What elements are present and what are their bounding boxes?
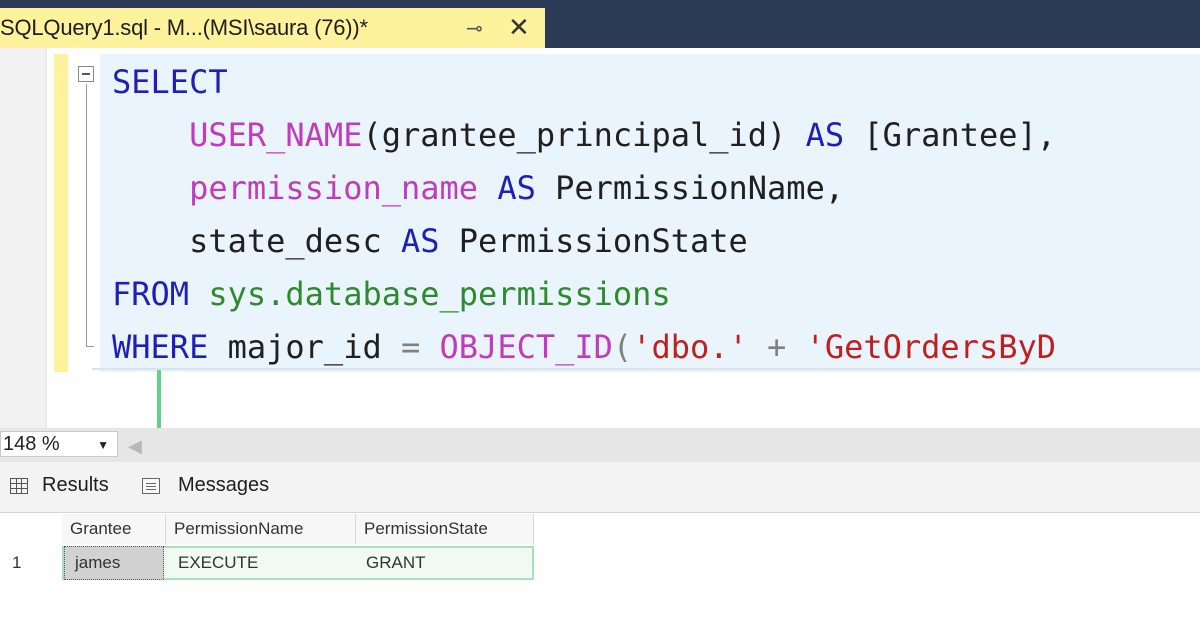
code-token: (grantee_principal_id) <box>362 116 806 154</box>
code-token: 'dbo.' <box>632 328 748 366</box>
editor-status-bar: 148 % ▼ ◀ <box>0 428 1200 462</box>
code-line-1[interactable]: SELECT <box>112 56 1056 109</box>
cell-grantee[interactable]: james <box>64 546 164 580</box>
column-header-permission-name[interactable]: PermissionName <box>166 514 356 544</box>
zoom-dropdown[interactable]: 148 % ▼ <box>0 431 118 457</box>
code-line-5[interactable]: FROM sys.database_permissions <box>112 268 1056 321</box>
dropdown-arrow-icon[interactable]: ▼ <box>97 438 109 452</box>
query-tab-title: SQLQuery1.sql - M...(MSI\saura (76))* <box>0 15 368 40</box>
code-token: ( <box>612 328 633 366</box>
code-token: USER_NAME <box>189 116 363 154</box>
column-header-permission-state[interactable]: PermissionState <box>356 514 534 544</box>
code-token: PermissionName, <box>535 169 845 207</box>
scroll-left-icon[interactable]: ◀ <box>128 436 142 457</box>
cell-permission-name[interactable]: EXECUTE <box>168 546 356 580</box>
code-token: = <box>400 328 421 366</box>
cell-permission-state[interactable]: GRANT <box>356 546 532 580</box>
zoom-value: 148 % <box>3 432 60 455</box>
code-token: sys.database_permissions <box>208 275 671 313</box>
pin-icon[interactable]: ⊸ <box>466 16 483 41</box>
change-tracking-bar <box>54 54 68 372</box>
code-token: major_id <box>208 328 401 366</box>
code-token: SELECT <box>112 63 228 101</box>
code-token: 'GetOrdersByD <box>805 328 1057 366</box>
close-icon[interactable]: ✕ <box>508 12 530 43</box>
code-line-4[interactable]: state_desc AS PermissionState <box>112 215 1056 268</box>
code-token: AS <box>400 222 440 260</box>
tab-messages-label: Messages <box>178 474 270 496</box>
code-token: WHERE <box>112 328 209 366</box>
code-token: FROM <box>112 275 190 313</box>
code-token: state_desc <box>112 222 401 260</box>
code-line-2[interactable]: USER_NAME(grantee_principal_id) AS [Gran… <box>112 109 1056 162</box>
query-tab[interactable]: SQLQuery1.sql - M...(MSI\saura (76))* ⊸ … <box>0 8 545 48</box>
document-tab-strip: SQLQuery1.sql - M...(MSI\saura (76))* ⊸ … <box>0 0 1200 48</box>
tab-results-label: Results <box>42 474 109 496</box>
code-line-3[interactable]: permission_name AS PermissionName, <box>112 162 1056 215</box>
tab-messages[interactable]: Messages <box>142 474 269 497</box>
collapse-region-icon[interactable] <box>78 66 94 82</box>
outline-guide-end <box>86 346 94 347</box>
code-token: [Grantee], <box>844 116 1057 154</box>
code-token: PermissionState <box>439 222 748 260</box>
line-gutter <box>0 48 47 428</box>
code-token: AS <box>497 169 536 207</box>
sql-code[interactable]: SELECT USER_NAME(grantee_principal_id) A… <box>112 56 1056 374</box>
messages-icon <box>142 477 160 494</box>
row-number[interactable]: 1 <box>0 546 62 580</box>
code-token: + <box>747 328 806 366</box>
tab-results[interactable]: Results <box>10 474 109 497</box>
result-tabs: Results Messages <box>0 462 1200 513</box>
column-header-grantee[interactable]: Grantee <box>62 514 166 544</box>
grid-icon <box>10 477 28 494</box>
outline-guide <box>86 84 87 346</box>
code-line-6[interactable]: WHERE major_id = OBJECT_ID('dbo.' + 'Get… <box>112 321 1056 374</box>
query-editor[interactable]: SELECT USER_NAME(grantee_principal_id) A… <box>0 48 1200 428</box>
code-token: AS <box>805 116 845 154</box>
code-token: OBJECT_ID <box>439 328 613 366</box>
code-token: permission_name <box>189 169 479 207</box>
